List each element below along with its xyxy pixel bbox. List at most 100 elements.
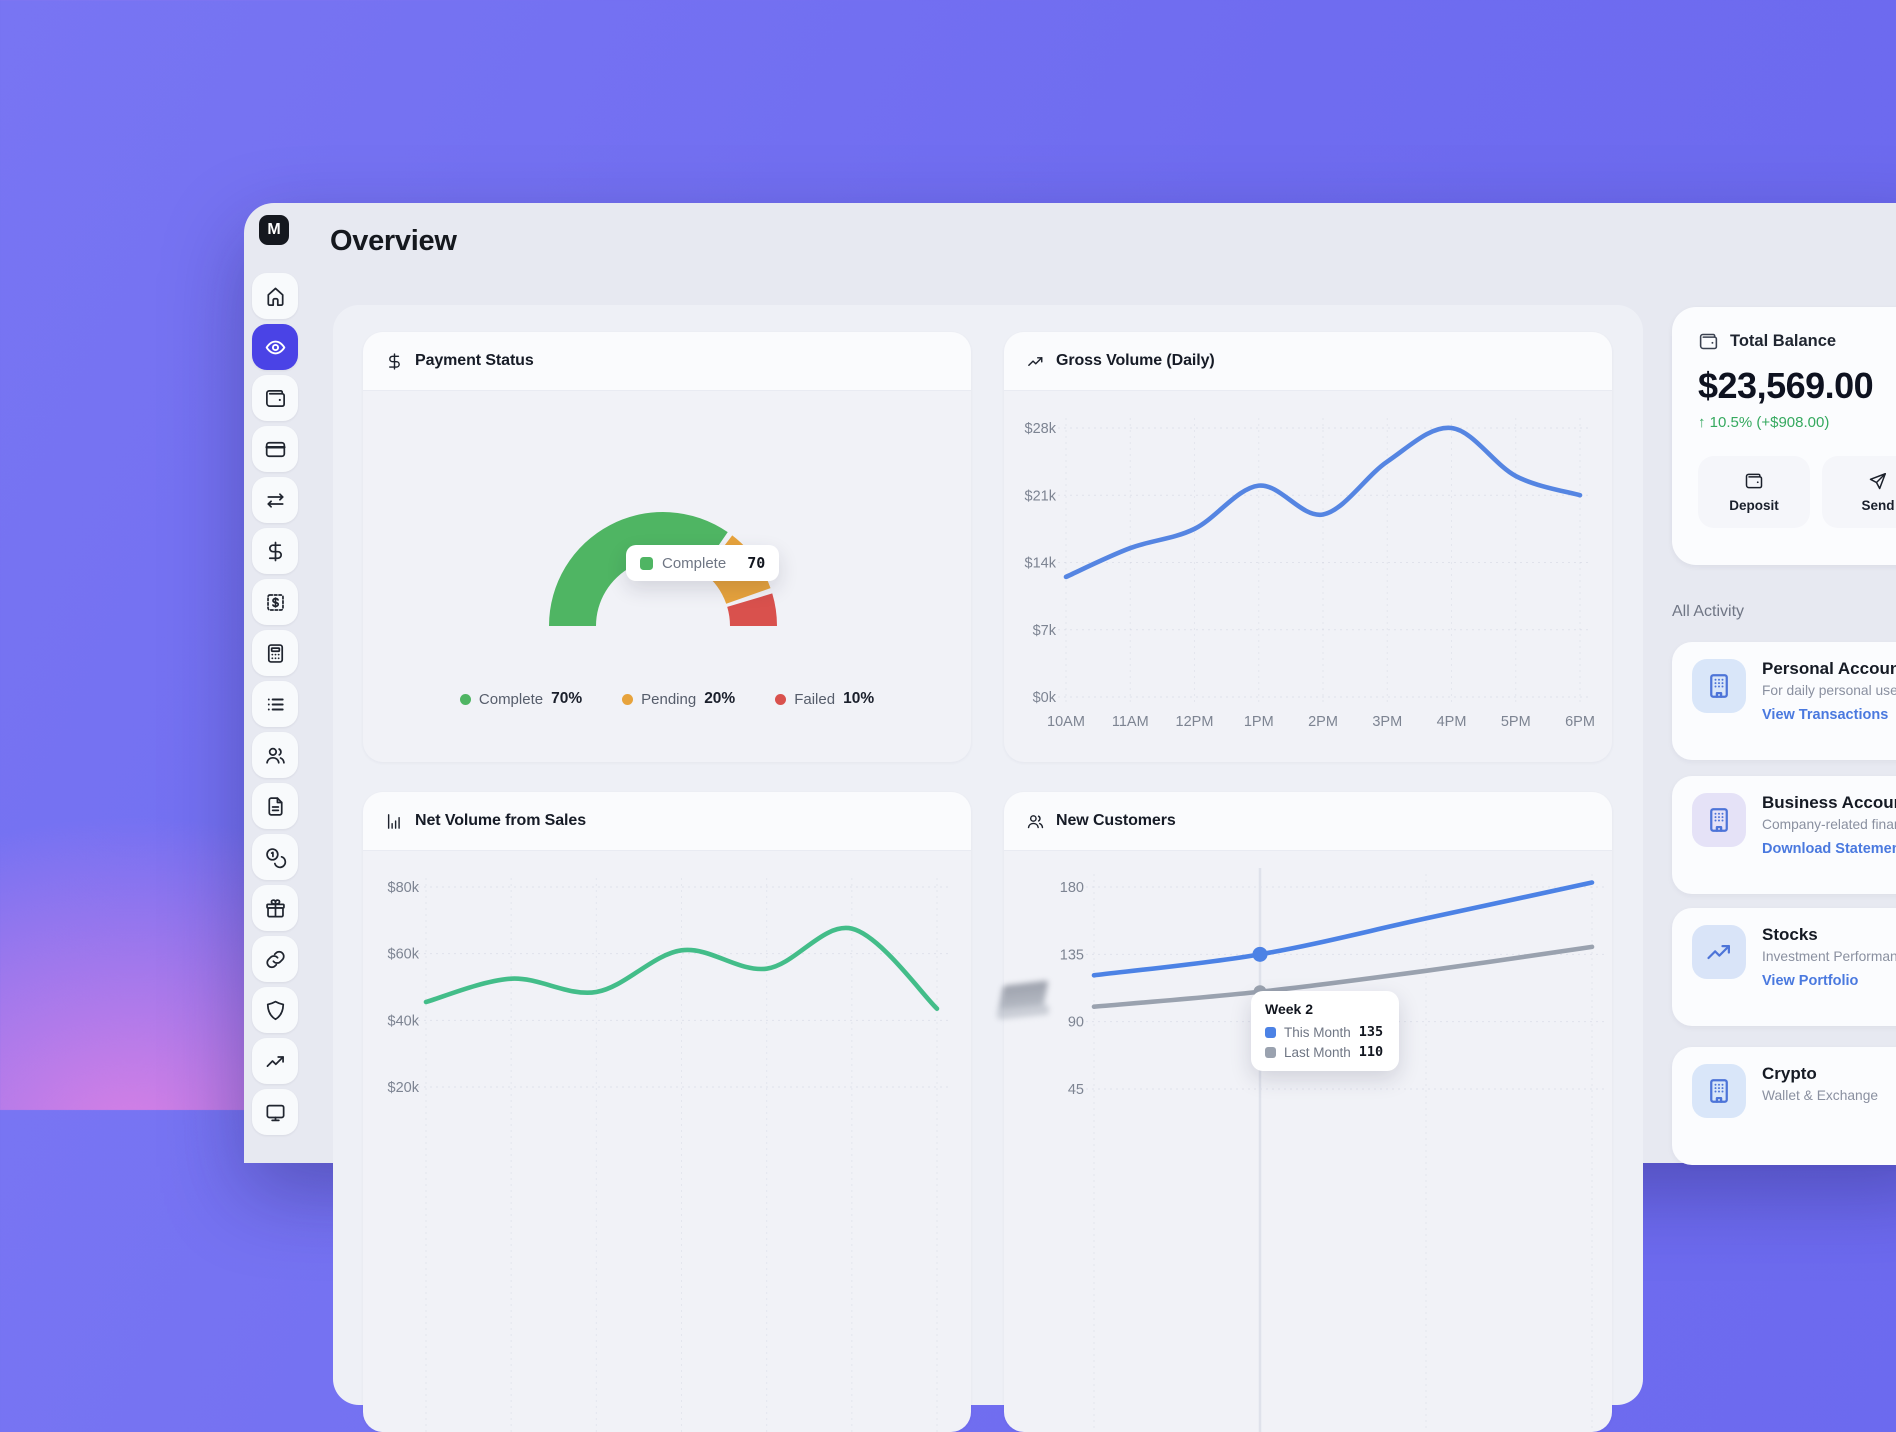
sidebar-item-trend[interactable]: [252, 1038, 298, 1084]
activity-title: Stocks: [1762, 925, 1896, 945]
card-title: New Customers: [1056, 812, 1176, 830]
send-button[interactable]: Send: [1822, 456, 1896, 528]
series-swatch: [1265, 1027, 1276, 1038]
svg-text:90: 90: [1068, 1015, 1084, 1031]
svg-text:135: 135: [1060, 947, 1084, 963]
balance-actions: Deposit Send: [1698, 456, 1896, 528]
svg-text:$7k: $7k: [1033, 623, 1057, 639]
sidebar-item-wallet[interactable]: [252, 375, 298, 421]
view-transactions-link[interactable]: View Transactions: [1762, 707, 1896, 723]
sidebar-item-card[interactable]: [252, 426, 298, 472]
activity-card-stocks[interactable]: Stocks Investment Performance View Portf…: [1672, 908, 1896, 1026]
svg-text:$0k: $0k: [1033, 690, 1057, 706]
card-title: Net Volume from Sales: [415, 812, 586, 830]
transfer-icon: [264, 489, 287, 512]
calculator-icon: [264, 642, 287, 665]
new-customers-card: New Customers 4590135180 Week 2 This Mon…: [1004, 792, 1612, 1432]
tooltip-row: Last Month 110: [1265, 1044, 1385, 1060]
sidebar-item-list[interactable]: [252, 681, 298, 727]
monitor-icon: [264, 1101, 287, 1124]
shield-icon: [264, 999, 287, 1022]
svg-text:45: 45: [1068, 1082, 1084, 1098]
tooltip-value: 70: [747, 554, 765, 572]
sidebar-item-dollar[interactable]: [252, 528, 298, 574]
card-header: Net Volume from Sales: [363, 792, 971, 851]
activity-card-personal-account[interactable]: Personal Account For daily personal use …: [1672, 642, 1896, 760]
trending-up-icon: [1026, 352, 1045, 371]
sidebar-item-file[interactable]: [252, 783, 298, 829]
download-statements-link[interactable]: Download Statements: [1762, 841, 1896, 857]
legend-item-pending: Pending 20%: [622, 690, 735, 708]
sidebar-item-shield[interactable]: [252, 987, 298, 1033]
trending-up-icon: [1704, 937, 1734, 967]
tooltip-label: Complete: [662, 555, 726, 572]
building-icon: [1704, 805, 1734, 835]
svg-text:3PM: 3PM: [1372, 714, 1402, 730]
svg-text:11AM: 11AM: [1112, 714, 1149, 730]
svg-text:12PM: 12PM: [1176, 714, 1214, 730]
link-icon: [264, 948, 287, 971]
total-balance-card: Total Balance $23,569.00 ↑ 10.5% (+$908.…: [1672, 307, 1896, 565]
building-icon: [1704, 671, 1734, 701]
sidebar-item-link[interactable]: [252, 936, 298, 982]
svg-text:10AM: 10AM: [1047, 714, 1085, 730]
net-volume-body: $20k $40k $60k $80k: [363, 850, 971, 1432]
svg-text:$14k: $14k: [1025, 556, 1057, 572]
stocks-icon-wrap: [1692, 925, 1746, 979]
sidebar-item-receipt[interactable]: [252, 579, 298, 625]
card-header: New Customers: [1004, 792, 1612, 851]
sidebar-item-home[interactable]: [252, 273, 298, 319]
net-volume-line-chart: $20k $40k $60k $80k: [363, 850, 971, 1432]
sidebar-item-monitor[interactable]: [252, 1089, 298, 1135]
balance-change: ↑ 10.5% (+$908.00): [1698, 414, 1896, 431]
sidebar-item-coins[interactable]: [252, 834, 298, 880]
send-icon: [1868, 471, 1888, 491]
deposit-button[interactable]: Deposit: [1698, 456, 1810, 528]
sidebar-item-transfer[interactable]: [252, 477, 298, 523]
card-header: Payment Status: [363, 332, 971, 391]
legend-dot: [775, 694, 786, 705]
sidebar-item-users[interactable]: [252, 732, 298, 778]
legend-swatch: [640, 557, 653, 570]
card-title: Gross Volume (Daily): [1056, 352, 1215, 370]
dollar-icon: [264, 540, 287, 563]
svg-text:180: 180: [1060, 880, 1084, 896]
activity-subtitle: Investment Performance: [1762, 949, 1896, 964]
activity-card-business-account[interactable]: Business Account Company-related finance…: [1672, 776, 1896, 894]
sidebar-item-eye[interactable]: [252, 324, 298, 370]
card-icon: [264, 438, 287, 461]
gauge-legend: Complete 70% Pending 20% Failed 10%: [363, 690, 971, 708]
gift-icon: [264, 897, 287, 920]
activity-card-crypto[interactable]: Crypto Wallet & Exchange: [1672, 1047, 1896, 1165]
activity-subtitle: Company-related finances: [1762, 817, 1896, 832]
building-icon: [1704, 1076, 1734, 1106]
series-swatch: [1265, 1047, 1276, 1058]
svg-text:$40k: $40k: [388, 1013, 420, 1029]
svg-text:5PM: 5PM: [1501, 714, 1531, 730]
svg-text:4PM: 4PM: [1437, 714, 1467, 730]
sidebar-item-calculator[interactable]: [252, 630, 298, 676]
all-activity-heading: All Activity: [1672, 603, 1744, 621]
balance-header: Total Balance: [1698, 331, 1896, 352]
account-icon-wrap: [1692, 659, 1746, 713]
svg-text:$80k: $80k: [388, 880, 420, 896]
svg-text:$28k: $28k: [1025, 421, 1057, 437]
sidebar-item-gift[interactable]: [252, 885, 298, 931]
app-logo: M: [259, 215, 289, 245]
deposit-icon: [1744, 471, 1764, 491]
gross-volume-line-chart: $0k$7k$14k$21k$28k10AM11AM12PM1PM2PM3PM4…: [1004, 390, 1612, 762]
legend-dot: [460, 694, 471, 705]
svg-text:6PM: 6PM: [1565, 714, 1595, 730]
balance-amount: $23,569.00: [1698, 365, 1896, 407]
legend-dot: [622, 694, 633, 705]
svg-text:$20k: $20k: [388, 1080, 420, 1096]
legend-item-complete: Complete 70%: [460, 690, 582, 708]
payment-status-card: Payment Status Complete 70 Complete 70%: [363, 332, 971, 762]
card-header: Gross Volume (Daily): [1004, 332, 1612, 391]
view-portfolio-link[interactable]: View Portfolio: [1762, 973, 1896, 989]
wallet-icon: [1698, 331, 1719, 352]
activity-subtitle: Wallet & Exchange: [1762, 1088, 1878, 1103]
activity-title: Crypto: [1762, 1064, 1878, 1084]
svg-text:$60k: $60k: [388, 947, 420, 963]
users-icon: [1026, 812, 1045, 831]
